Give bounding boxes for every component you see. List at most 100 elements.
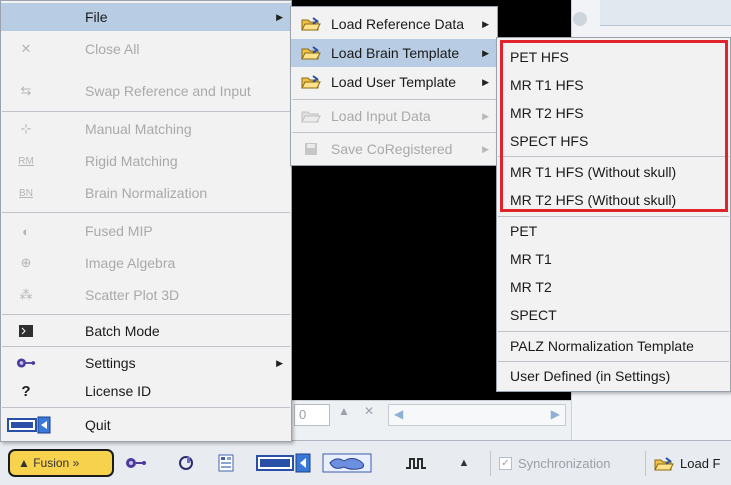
submenu-arrow-icon: ▶ bbox=[482, 143, 489, 154]
load-button[interactable]: Load F bbox=[645, 451, 731, 476]
menu-item-fused-mip[interactable]: ◐ Fused MIP bbox=[1, 216, 291, 246]
menu-item-label: Swap Reference and Input bbox=[85, 83, 251, 99]
menu-item-batch-mode[interactable]: Batch Mode bbox=[1, 317, 291, 345]
menu-item-label: PALZ Normalization Template bbox=[510, 338, 694, 354]
menu-item-label: MR T1 bbox=[510, 251, 552, 267]
grid-document-icon[interactable] bbox=[216, 453, 236, 473]
brain-normalization-icon: BN bbox=[19, 187, 33, 199]
menu-item-license-id[interactable]: ? License ID bbox=[1, 377, 291, 405]
menu-separator bbox=[2, 314, 290, 315]
menu-item-mr-t1[interactable]: MR T1 bbox=[497, 245, 730, 273]
menu-separator bbox=[292, 99, 496, 100]
fusion-button[interactable]: ▲ Fusion » bbox=[8, 449, 114, 477]
manual-matching-icon: ⊹ bbox=[20, 121, 32, 136]
slice-spinner[interactable]: 0 bbox=[294, 404, 330, 426]
save-icon bbox=[301, 140, 321, 158]
menu-item-image-algebra[interactable]: ⊕ Image Algebra bbox=[1, 248, 291, 278]
menu-item-load-input-data[interactable]: Load Input Data ▶ bbox=[291, 102, 497, 130]
menu-item-label: Close All bbox=[85, 41, 140, 57]
slider-right-icon[interactable]: ▶ bbox=[551, 407, 560, 421]
menu-item-label: Save CoRegistered bbox=[331, 141, 453, 157]
close-all-icon: ✕ bbox=[20, 41, 32, 56]
brain-icon[interactable] bbox=[322, 453, 372, 473]
menu-item-save-coregistered[interactable]: Save CoRegistered ▶ bbox=[291, 135, 497, 163]
menu-item-label: MR T2 HFS bbox=[510, 105, 584, 121]
menu-item-label: License ID bbox=[85, 383, 152, 399]
menu-item-mr-t2-hfs[interactable]: MR T2 HFS bbox=[497, 99, 730, 127]
panel-circle-icon bbox=[573, 12, 587, 26]
menu-item-load-brain-template[interactable]: Load Brain Template ▶ bbox=[291, 39, 497, 67]
bottom-toolbar: ▲ Fusion » ▲ ✓ Synchronization Load F bbox=[0, 440, 731, 485]
menu-item-pet-hfs[interactable]: PET HFS bbox=[497, 43, 730, 71]
scatter-plot-icon: ⁂ bbox=[19, 287, 33, 302]
load-button-label: Load F bbox=[680, 456, 721, 471]
settings-icon bbox=[16, 354, 36, 372]
menu-item-mr-t1-hfs[interactable]: MR T1 HFS bbox=[497, 71, 730, 99]
right-panel-tabs[interactable] bbox=[600, 0, 731, 26]
synchronization-checkbox[interactable]: ✓ Synchronization bbox=[490, 451, 642, 476]
menu-separator bbox=[292, 132, 496, 133]
fused-mip-icon: ◐ bbox=[22, 223, 30, 239]
menu-item-mr-t1-hfs-without-skull[interactable]: MR T1 HFS (Without skull) bbox=[497, 158, 730, 186]
checkbox-icon[interactable]: ✓ bbox=[499, 457, 512, 470]
submenu-arrow-icon: ▶ bbox=[482, 18, 489, 29]
menu-item-user-defined[interactable]: User Defined (in Settings) bbox=[497, 362, 730, 390]
menu-item-swap-reference-input[interactable]: ⇆ Swap Reference and Input bbox=[1, 76, 291, 106]
menu-item-label: Batch Mode bbox=[85, 323, 160, 339]
submenu-arrow-icon: ▶ bbox=[482, 76, 489, 87]
menu-item-spect-hfs[interactable]: SPECT HFS bbox=[497, 127, 730, 155]
menu-item-label: Quit bbox=[85, 417, 111, 433]
open-folder-icon bbox=[301, 73, 321, 91]
open-folder-icon bbox=[654, 456, 674, 470]
slice-slider[interactable]: ◀ ▶ bbox=[388, 404, 566, 426]
menu-item-label: Load Reference Data bbox=[331, 16, 465, 32]
exit-icon[interactable] bbox=[256, 453, 312, 473]
synchronization-label: Synchronization bbox=[518, 456, 611, 471]
menu-separator bbox=[2, 346, 290, 347]
menu-item-label: Brain Normalization bbox=[85, 185, 208, 201]
menu-item-mr-t2[interactable]: MR T2 bbox=[497, 273, 730, 301]
menu-item-spect[interactable]: SPECT bbox=[497, 301, 730, 329]
menu-item-label: Load Input Data bbox=[331, 108, 431, 124]
swap-icon: ⇆ bbox=[20, 83, 32, 98]
menu-separator bbox=[2, 407, 290, 408]
slider-left-icon[interactable]: ◀ bbox=[394, 407, 403, 421]
menu-item-label: Manual Matching bbox=[85, 121, 192, 137]
image-algebra-icon: ⊕ bbox=[20, 255, 32, 270]
menu-item-manual-matching[interactable]: ⊹ Manual Matching bbox=[1, 114, 291, 144]
menu-item-quit[interactable]: Quit bbox=[1, 410, 291, 440]
close-x-icon[interactable]: ✕ bbox=[364, 404, 374, 418]
menu-item-label: File bbox=[85, 9, 108, 25]
menu-item-brain-normalization[interactable]: BN Brain Normalization bbox=[1, 178, 291, 208]
triangle-up-icon[interactable]: ▲ bbox=[338, 404, 350, 418]
menu-item-load-user-template[interactable]: Load User Template ▶ bbox=[291, 68, 497, 96]
menu-item-close-all[interactable]: ✕ Close All bbox=[1, 34, 291, 64]
menu-item-label: Load Brain Template bbox=[331, 45, 460, 61]
folder-icon bbox=[16, 8, 36, 26]
question-icon: ? bbox=[21, 382, 31, 400]
menu-separator bbox=[498, 156, 729, 157]
settings-icon[interactable] bbox=[124, 453, 148, 473]
menu-separator bbox=[2, 212, 290, 213]
mip-icon[interactable] bbox=[176, 453, 196, 473]
menu-item-file[interactable]: File ▶ bbox=[1, 3, 291, 31]
menu-item-label: Load User Template bbox=[331, 74, 457, 90]
menu-item-label: MR T1 HFS bbox=[510, 77, 584, 93]
brain-template-submenu: PET HFS MR T1 HFS MR T2 HFS SPECT HFS MR… bbox=[496, 37, 731, 392]
menu-separator bbox=[2, 111, 290, 112]
menu-item-palz-normalization-template[interactable]: PALZ Normalization Template bbox=[497, 332, 730, 360]
menu-item-mr-t2-hfs-without-skull[interactable]: MR T2 HFS (Without skull) bbox=[497, 186, 730, 214]
waveform-icon[interactable] bbox=[404, 453, 428, 473]
menu-item-scatter-plot-3d[interactable]: ⁂ Scatter Plot 3D bbox=[1, 280, 291, 310]
menu-item-pet[interactable]: PET bbox=[497, 217, 730, 245]
collapse-arrow-icon[interactable]: ▲ bbox=[454, 453, 474, 473]
open-folder-icon bbox=[301, 15, 321, 33]
menu-item-settings[interactable]: Settings ▶ bbox=[1, 349, 291, 377]
menu-item-label: Rigid Matching bbox=[85, 153, 178, 169]
menu-item-rigid-matching[interactable]: RM Rigid Matching bbox=[1, 146, 291, 176]
menu-item-load-reference-data[interactable]: Load Reference Data ▶ bbox=[291, 10, 497, 38]
submenu-arrow-icon: ▶ bbox=[276, 357, 283, 368]
submenu-arrow-icon: ▶ bbox=[482, 47, 489, 58]
submenu-arrow-icon: ▶ bbox=[276, 11, 283, 22]
menu-item-label: Settings bbox=[85, 355, 136, 371]
